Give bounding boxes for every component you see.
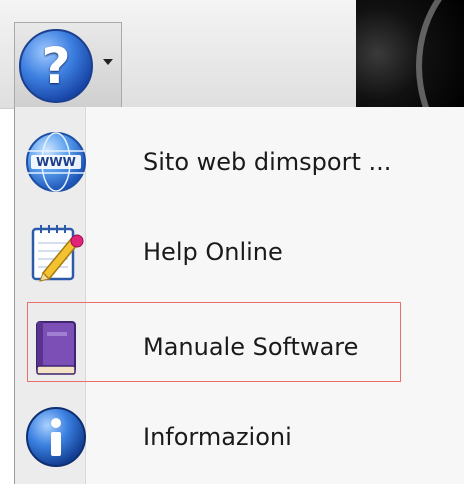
menu-item-label: Informazioni xyxy=(143,423,292,451)
help-question-icon: ? xyxy=(19,29,93,103)
menu-item-website[interactable]: WWW Sito web dimsport ... xyxy=(15,117,464,207)
menu-item-label: Manuale Software xyxy=(143,333,359,361)
chevron-down-icon[interactable] xyxy=(103,59,113,65)
notepad-pencil-icon xyxy=(25,221,87,283)
menu-item-help-online[interactable]: Help Online xyxy=(15,207,464,297)
help-menu-button[interactable]: ? xyxy=(14,22,122,108)
menu-item-label: Sito web dimsport ... xyxy=(143,148,392,176)
svg-text:WWW: WWW xyxy=(36,155,76,169)
help-dropdown-menu: WWW Sito web dimsport ... Help Online Ma… xyxy=(14,107,464,484)
book-icon xyxy=(25,316,87,378)
info-icon xyxy=(25,406,87,468)
menu-item-label: Help Online xyxy=(143,238,283,266)
menu-item-software-manual[interactable]: Manuale Software xyxy=(15,302,464,392)
toolbar: ? xyxy=(0,0,464,109)
toolbar-background-image xyxy=(356,0,464,108)
menu-item-information[interactable]: Informazioni xyxy=(15,392,464,482)
www-globe-icon: WWW xyxy=(25,131,87,193)
